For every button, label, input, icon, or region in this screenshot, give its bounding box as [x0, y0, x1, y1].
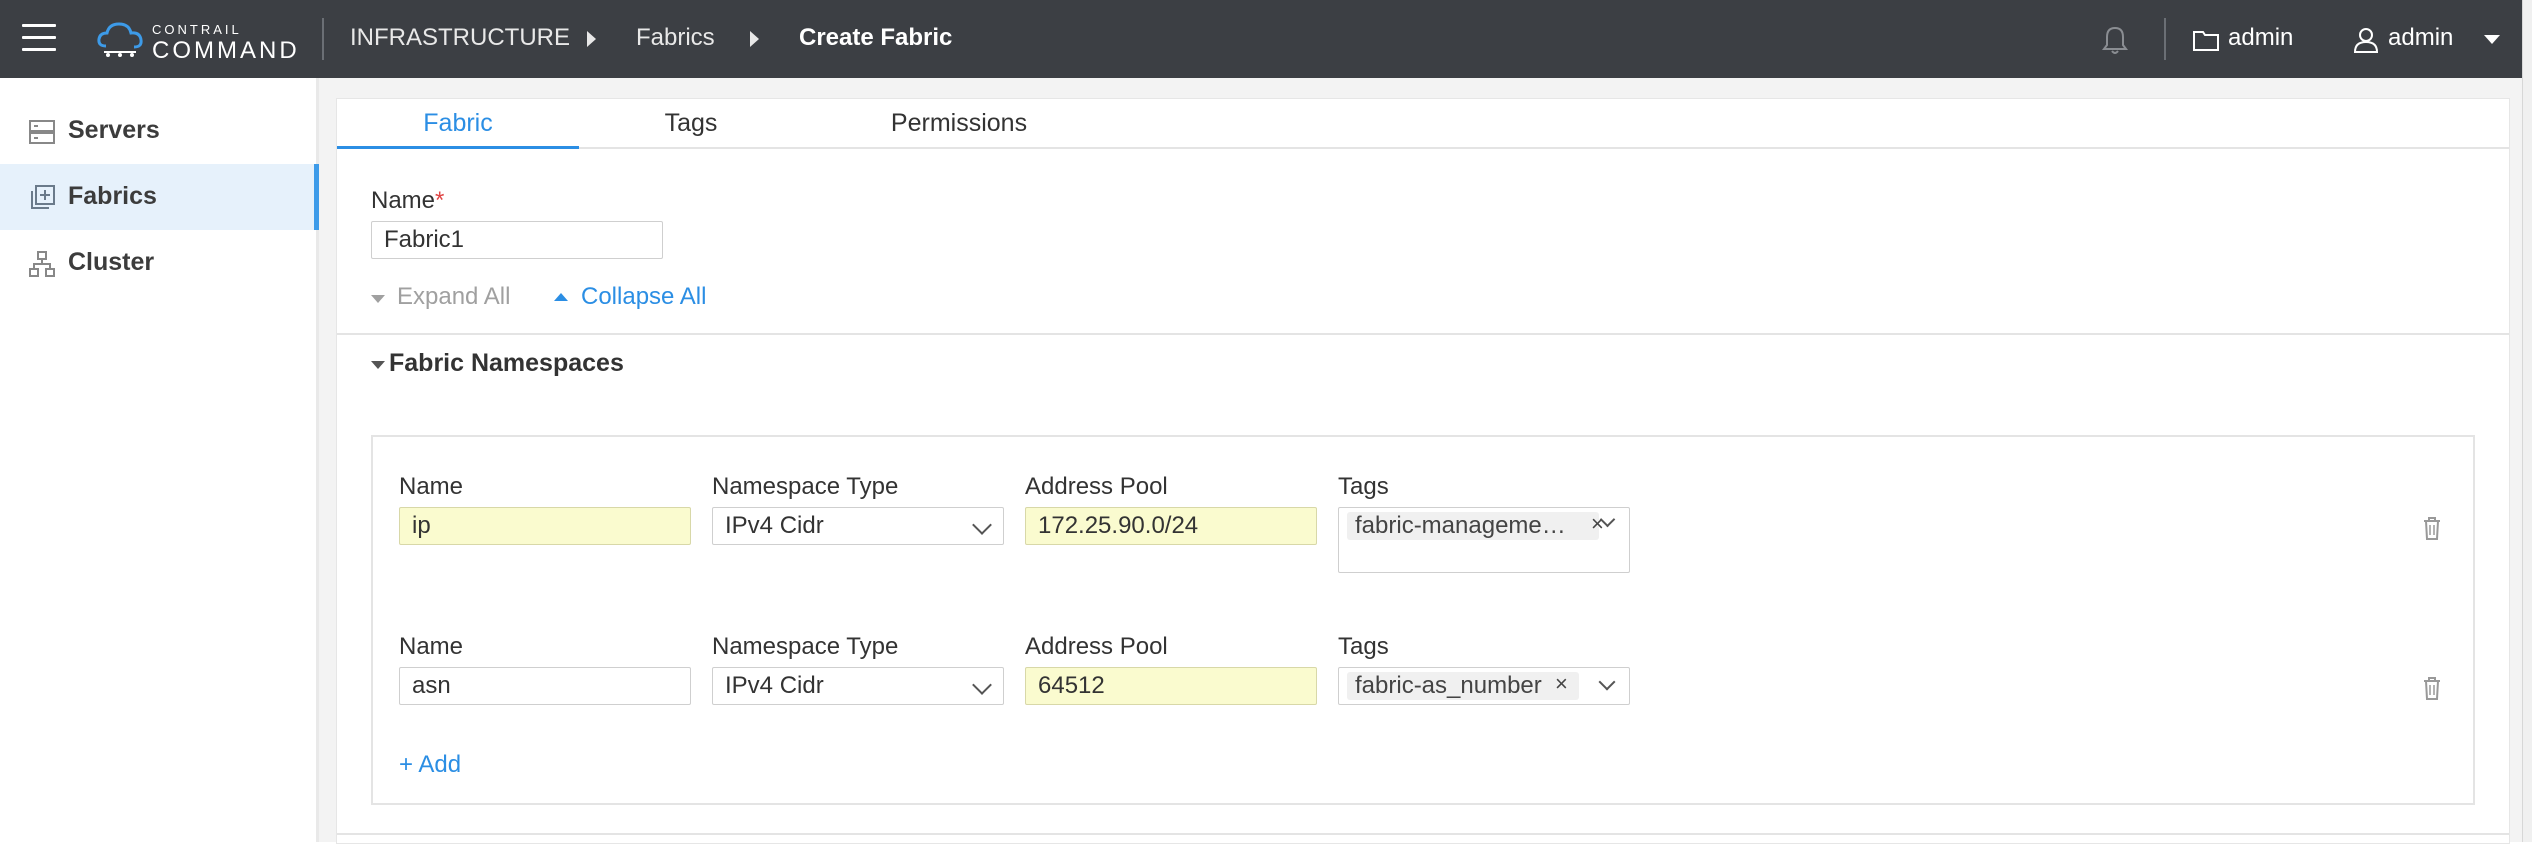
- ns-name-input[interactable]: asn: [399, 667, 691, 705]
- menu-icon[interactable]: [22, 24, 56, 54]
- cluster-icon: [29, 251, 55, 277]
- fabric-name-label: Name*: [371, 187, 445, 214]
- ns-name-label: Name: [399, 473, 464, 500]
- close-icon[interactable]: ×: [1591, 510, 1604, 538]
- header-divider: [322, 18, 324, 60]
- tab-fabric[interactable]: Fabric: [337, 99, 579, 149]
- ns-type-select[interactable]: IPv4 Cidr: [712, 507, 1004, 545]
- expand-all-link[interactable]: Expand All: [397, 283, 510, 311]
- sidebar-item-label: Fabrics: [68, 182, 157, 210]
- chevron-down-icon: [1598, 673, 1616, 691]
- page-scrollbar[interactable]: [2522, 0, 2532, 842]
- breadcrumb-arrow-icon: [750, 31, 759, 47]
- logo-text-big: COMMAND: [152, 37, 300, 64]
- chevron-down-icon: [972, 675, 992, 695]
- fabric-icon: [31, 185, 55, 209]
- user-menu[interactable]: admin: [2388, 24, 2453, 52]
- add-namespace-button[interactable]: + Add: [399, 751, 461, 779]
- close-icon[interactable]: ×: [1555, 670, 1568, 698]
- chevron-down-icon: [972, 515, 992, 535]
- ns-tags-label: Tags: [1338, 633, 1389, 660]
- collapse-all-link[interactable]: Collapse All: [581, 283, 706, 311]
- contrail-command-logo[interactable]: CONTRAIL COMMAND: [96, 20, 297, 64]
- fabric-namespaces-box: Name ip Namespace Type IPv4 Cidr Address…: [371, 435, 2475, 805]
- fabric-name-input[interactable]: Fabric1: [371, 221, 663, 259]
- section-divider: [337, 833, 2509, 835]
- sidebar-item-fabrics[interactable]: Fabrics: [0, 164, 319, 230]
- section-collapse-icon[interactable]: [371, 361, 385, 369]
- folder-icon: [2193, 31, 2219, 51]
- required-marker: *: [435, 187, 445, 214]
- ns-type-label: Namespace Type: [712, 633, 899, 660]
- ns-name-input[interactable]: ip: [399, 507, 691, 545]
- ns-name-label: Name: [399, 633, 464, 660]
- trash-icon[interactable]: [2421, 675, 2443, 701]
- ns-type-value: IPv4 Cidr: [725, 512, 824, 539]
- ns-type-value: IPv4 Cidr: [725, 672, 824, 699]
- breadcrumb-current: Create Fabric: [799, 24, 953, 51]
- tab-tags[interactable]: Tags: [579, 99, 803, 147]
- breadcrumb-fabrics[interactable]: Fabrics: [636, 24, 715, 52]
- ns-tags-select[interactable]: fabric-manageme… ×: [1338, 507, 1630, 573]
- header-divider: [2164, 18, 2166, 60]
- cloud-logo-icon: [97, 22, 143, 57]
- section-divider: [337, 333, 2509, 335]
- collapse-all-icon: [554, 293, 568, 301]
- breadcrumb-arrow-icon: [587, 31, 596, 47]
- ns-type-select[interactable]: IPv4 Cidr: [712, 667, 1004, 705]
- sidebar-item-cluster[interactable]: Cluster: [0, 230, 316, 296]
- top-bar: CONTRAIL COMMAND INFRASTRUCTURE Fabrics …: [0, 0, 2532, 78]
- ns-pool-label: Address Pool: [1025, 473, 1168, 500]
- user-icon: [2353, 28, 2379, 53]
- fabric-namespaces-title[interactable]: Fabric Namespaces: [389, 349, 624, 378]
- tag-chip-label: fabric-manageme…: [1355, 512, 1566, 539]
- sidebar-item-label: Servers: [68, 116, 160, 144]
- expand-all-icon: [371, 295, 385, 303]
- breadcrumb-infrastructure[interactable]: INFRASTRUCTURE: [350, 24, 570, 52]
- logo-text-small: CONTRAIL: [152, 22, 242, 37]
- bell-icon[interactable]: [2100, 24, 2130, 56]
- sidebar: Servers Fabrics Cluster: [0, 78, 319, 842]
- tag-chip: fabric-as_number: [1347, 672, 1579, 700]
- chevron-down-icon[interactable]: [2484, 35, 2500, 44]
- ns-tags-label: Tags: [1338, 473, 1389, 500]
- tab-bar: Fabric Tags Permissions: [337, 99, 2509, 149]
- create-fabric-card: Fabric Tags Permissions Name* Fabric1 Ex…: [336, 98, 2510, 844]
- tab-permissions[interactable]: Permissions: [803, 99, 1115, 147]
- project-selector[interactable]: admin: [2228, 24, 2293, 52]
- ns-pool-input[interactable]: 172.25.90.0/24: [1025, 507, 1317, 545]
- sidebar-item-servers[interactable]: Servers: [0, 98, 316, 164]
- ns-pool-input[interactable]: 64512: [1025, 667, 1317, 705]
- sidebar-item-label: Cluster: [68, 248, 155, 276]
- tag-chip: fabric-manageme…: [1347, 512, 1599, 540]
- tag-chip-label: fabric-as_number: [1355, 672, 1542, 699]
- ns-pool-label: Address Pool: [1025, 633, 1168, 660]
- server-icon: [29, 120, 55, 144]
- trash-icon[interactable]: [2421, 515, 2443, 541]
- ns-tags-select[interactable]: fabric-as_number ×: [1338, 667, 1630, 705]
- ns-type-label: Namespace Type: [712, 473, 899, 500]
